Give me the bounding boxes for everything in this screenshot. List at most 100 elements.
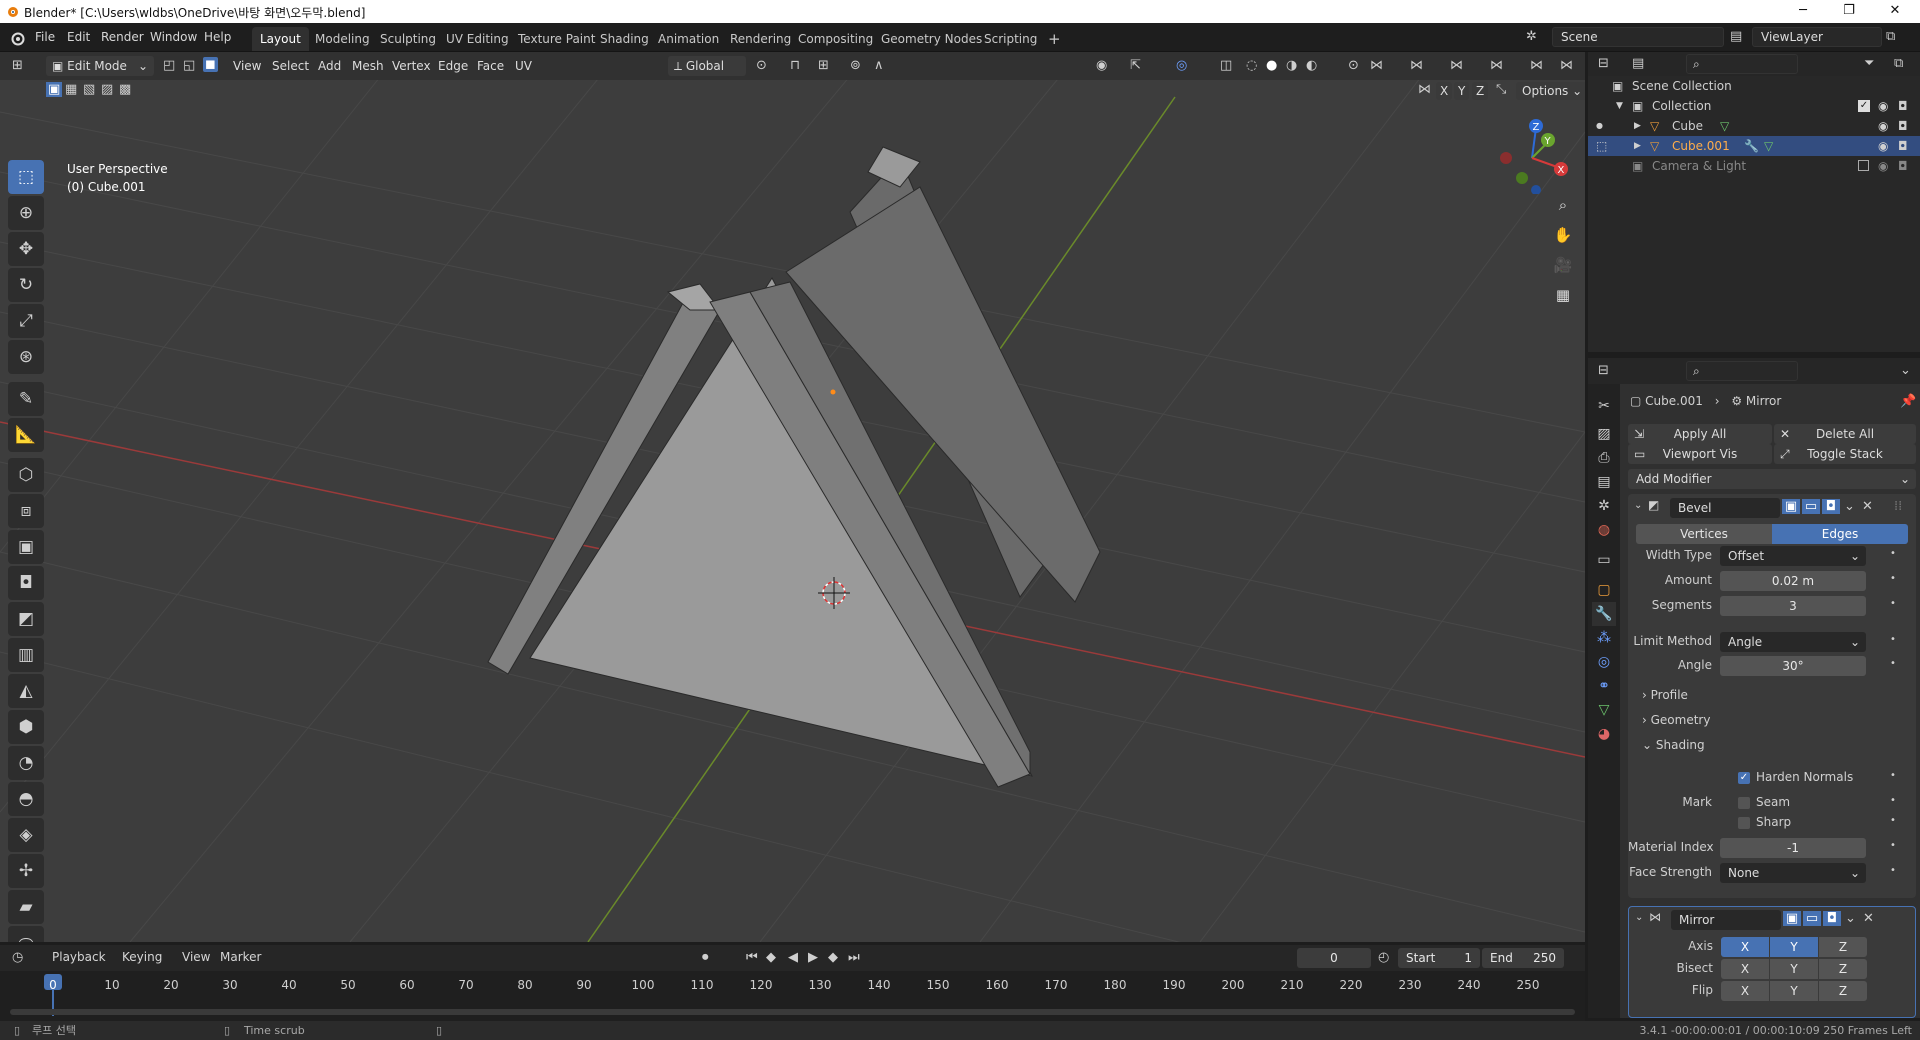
maximize-button[interactable]: ❐ (1826, 0, 1872, 23)
animate-dot-icon[interactable]: • (1890, 865, 1896, 876)
falloff-icon[interactable]: ∧ (874, 58, 884, 73)
tab-texture-paint[interactable]: Texture Paint (510, 27, 603, 51)
stopwatch-icon[interactable]: ◴ (1378, 950, 1389, 965)
flip-y-toggle[interactable]: Y (1770, 981, 1818, 1001)
measure-tool[interactable]: 📐 (8, 418, 44, 452)
mode-selector[interactable]: ▣ Edit Mode ⌄ (46, 56, 154, 76)
apply-all-button[interactable]: ⇲ Apply All (1628, 424, 1772, 444)
properties-search-input[interactable]: ⌕ (1686, 361, 1798, 381)
animate-dot-icon[interactable]: • (1890, 658, 1896, 669)
gizmo-icon[interactable]: ⇱ (1130, 58, 1141, 73)
render-toggle-icon[interactable]: ◘ (1823, 911, 1841, 926)
bevel-edges-tab[interactable]: Edges (1772, 524, 1908, 544)
bisect-y-toggle[interactable]: Y (1770, 959, 1818, 979)
amount-field[interactable]: 0.02 m (1720, 571, 1866, 591)
eye-icon[interactable]: ◉ (1878, 136, 1888, 156)
outliner-editor-icon[interactable]: ⊟ (1598, 56, 1609, 71)
tool-tab-icon[interactable]: ✂ (1592, 394, 1616, 418)
menu-edit[interactable]: Edit (67, 30, 90, 44)
add-workspace-button[interactable]: + (1040, 27, 1069, 51)
close-icon[interactable]: ✕ (1863, 911, 1874, 926)
geometry-subpanel[interactable]: › Geometry (1642, 713, 1710, 727)
menu-file[interactable]: File (35, 30, 55, 44)
segments-field[interactable]: 3 (1720, 596, 1866, 616)
collapse-arrow-icon[interactable]: ⌄ (1635, 912, 1643, 923)
menu-select[interactable]: Select (272, 59, 309, 73)
flip-x-toggle[interactable]: X (1721, 981, 1769, 1001)
tab-layout[interactable]: Layout (252, 27, 309, 51)
chevron-down-icon[interactable]: ⌄ (1900, 363, 1911, 378)
play-icon[interactable]: ▶ (808, 950, 818, 965)
camera-view-icon[interactable]: 🎥 (1550, 252, 1576, 278)
menu-edge[interactable]: Edge (438, 59, 468, 73)
sharp-checkbox[interactable] (1738, 817, 1750, 829)
new-view-layer-icon[interactable]: ⧉ (1886, 29, 1895, 44)
world-tab-icon[interactable]: ◍ (1592, 518, 1616, 542)
menu-window[interactable]: Window (150, 30, 197, 44)
output-tab-icon[interactable]: ⎙ (1592, 446, 1616, 470)
new-collection-icon[interactable]: ⧉ (1894, 56, 1903, 71)
zoom-icon[interactable]: ⌕ (1550, 192, 1576, 218)
eye-icon[interactable]: ◉ (1878, 156, 1888, 176)
viewport-vis-button[interactable]: ▭ Viewport Vis (1628, 444, 1772, 464)
scale-tool[interactable]: ⤢ (8, 304, 44, 338)
select-new-icon[interactable]: ▣ (46, 82, 63, 97)
bevel-name-field[interactable]: Bevel (1670, 498, 1780, 518)
camera-icon[interactable]: ◘ (1898, 136, 1908, 156)
outliner-row-cube[interactable]: ● ▶ ▽ Cube ▽ ◉ ◘ (1588, 116, 1920, 136)
edge-slide-tool[interactable]: ◈ (8, 818, 44, 852)
animate-dot-icon[interactable]: • (1890, 815, 1896, 826)
collection-tab-icon[interactable]: ▭ (1592, 548, 1616, 572)
render-tab-icon[interactable]: ▨ (1592, 422, 1616, 446)
menu-view[interactable]: View (233, 59, 261, 73)
flip-z-toggle[interactable]: Z (1819, 981, 1867, 1001)
auto-merge-icon[interactable]: ⤡ (1496, 82, 1506, 97)
limit-method-dropdown[interactable]: Angle ⌄ (1720, 632, 1866, 652)
render-toggle-icon[interactable]: ◘ (1822, 499, 1840, 514)
end-frame-field[interactable]: End 250 (1482, 948, 1564, 968)
menu-render[interactable]: Render (101, 30, 144, 44)
poly-build-tool[interactable]: ⬢ (8, 710, 44, 744)
tab-compositing[interactable]: Compositing (790, 27, 881, 51)
width-type-dropdown[interactable]: Offset ⌄ (1720, 546, 1866, 566)
outliner-search-input[interactable]: ⌕ (1686, 54, 1798, 74)
constraints-tab-icon[interactable]: ⚭ (1592, 674, 1616, 698)
knife-tool[interactable]: ◭ (8, 674, 44, 708)
cursor-tool[interactable]: ⊕ (8, 196, 44, 230)
pin-icon[interactable]: 📌 (1900, 394, 1916, 409)
expand-arrow-icon[interactable]: ▶ (1634, 116, 1641, 136)
profile-subpanel[interactable]: › Profile (1642, 688, 1688, 702)
modifier-tab-icon[interactable]: 🔧 (1592, 602, 1616, 626)
outliner-row-camera-light[interactable]: ▣ Camera & Light ◉ ◘ (1588, 156, 1920, 176)
chevron-down-icon[interactable]: ⌄ (1844, 499, 1855, 514)
select-intersect-icon[interactable]: ▩ (119, 82, 131, 97)
mesh-analysis-icon[interactable]: ⋈ (1530, 58, 1543, 73)
filter-icon[interactable]: ⏷ (1864, 56, 1874, 71)
3d-viewport[interactable]: ⊞ ▣ Edit Mode ⌄ ◰ ◱ ◼ View Select Add Mes… (0, 52, 1585, 942)
bisect-x-toggle[interactable]: X (1721, 959, 1769, 979)
mesh-edit-icon[interactable]: ⋈ (1410, 58, 1423, 73)
menu-playback[interactable]: Playback (52, 950, 106, 964)
view-layer-selector[interactable]: ViewLayer (1752, 27, 1882, 47)
edit-mode-toggle-icon[interactable]: ▣ (1783, 911, 1801, 926)
menu-add[interactable]: Add (318, 59, 341, 73)
pan-hand-icon[interactable]: ✋ (1550, 222, 1576, 248)
eye-icon[interactable]: ◉ (1878, 116, 1888, 136)
collapse-arrow-icon[interactable]: ⌄ (1634, 500, 1642, 511)
bevel-tool[interactable]: ◩ (8, 602, 44, 636)
camera-icon[interactable]: ◘ (1898, 96, 1908, 116)
select-box-tool[interactable]: ⬚ (8, 160, 44, 194)
next-keyframe-icon[interactable]: ◆ (828, 950, 838, 965)
prev-keyframe-icon[interactable]: ◆ (766, 950, 776, 965)
menu-mesh[interactable]: Mesh (352, 59, 384, 73)
select-subtract-icon[interactable]: ▧ (83, 82, 95, 97)
scene-selector[interactable]: Scene (1552, 27, 1724, 47)
spin-tool[interactable]: ◔ (8, 746, 44, 780)
mirror-y-toggle[interactable]: Y (1454, 82, 1470, 100)
animate-dot-icon[interactable]: • (1890, 770, 1896, 781)
axis-y-toggle[interactable]: Y (1770, 937, 1818, 957)
toggle-stack-button[interactable]: ⤢ Toggle Stack (1774, 444, 1916, 464)
menu-marker[interactable]: Marker (220, 950, 261, 964)
animate-dot-icon[interactable]: • (1890, 634, 1896, 645)
mesh-overlay-icon[interactable]: ⋈ (1370, 58, 1383, 73)
